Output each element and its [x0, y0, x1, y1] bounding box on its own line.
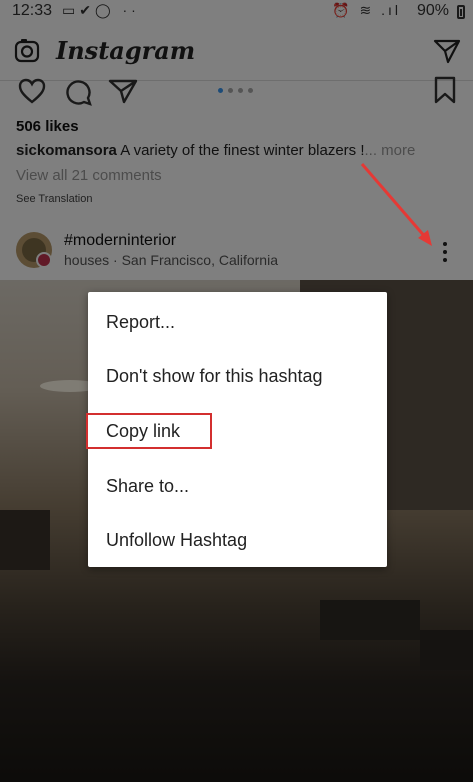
copy-link-highlight-box — [86, 413, 212, 449]
menu-item-share-to[interactable]: Share to... — [106, 476, 189, 497]
menu-item-report[interactable]: Report... — [106, 312, 175, 333]
menu-item-unfollow-hashtag[interactable]: Unfollow Hashtag — [106, 530, 247, 551]
annotation-arrow-icon — [360, 163, 432, 246]
menu-item-dont-show[interactable]: Don't show for this hashtag — [106, 366, 323, 387]
